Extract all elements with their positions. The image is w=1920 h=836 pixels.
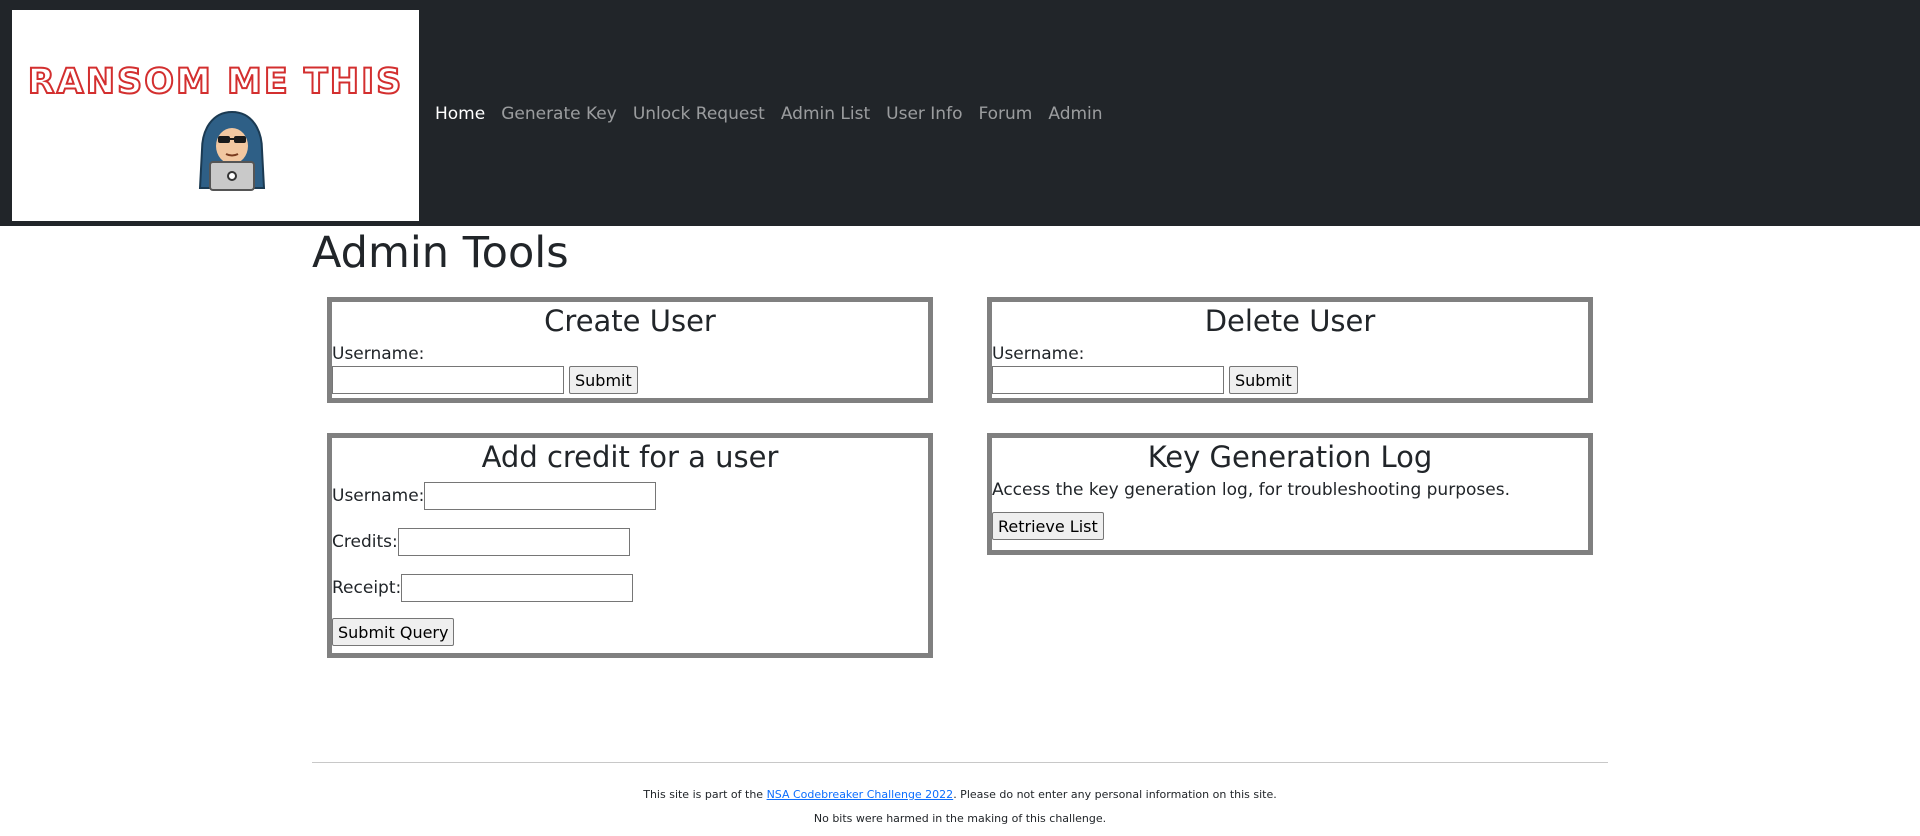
- nav-home[interactable]: Home: [427, 104, 493, 124]
- footer-line-2: No bits were harmed in the making of thi…: [813, 812, 1107, 825]
- nav-links: Home Generate Key Unlock Request Admin L…: [427, 104, 1111, 124]
- add-credit-credits-label: Credits:: [332, 532, 398, 552]
- nav-admin-list[interactable]: Admin List: [773, 104, 878, 124]
- logo-text: RANSOM ME THIS: [27, 61, 404, 103]
- delete-user-title: Delete User: [1204, 304, 1376, 338]
- nav-forum[interactable]: Forum: [970, 104, 1040, 124]
- add-credit-title: Add credit for a user: [481, 440, 779, 474]
- site-logo[interactable]: RANSOM ME THIS: [12, 9, 419, 221]
- key-log-title: Key Generation Log: [1147, 440, 1433, 474]
- footer-line-1: This site is part of the NSA Codebreaker…: [0, 788, 1920, 801]
- footer-prefix: This site is part of the: [643, 788, 767, 801]
- add-credit-submit-button[interactable]: Submit Query: [332, 618, 455, 646]
- nav-unlock-request[interactable]: Unlock Request: [625, 104, 773, 124]
- footer-suffix: . Please do not enter any personal infor…: [953, 788, 1277, 801]
- create-user-submit-button[interactable]: Submit: [569, 366, 638, 394]
- nav-user-info[interactable]: User Info: [878, 104, 970, 124]
- retrieve-list-button[interactable]: Retrieve List: [992, 512, 1104, 540]
- create-user-title: Create User: [544, 304, 716, 338]
- hacker-icon: [198, 110, 266, 191]
- delete-user-submit-button[interactable]: Submit: [1229, 366, 1298, 394]
- page-title: Admin Tools: [312, 228, 569, 278]
- delete-user-username-input[interactable]: [992, 366, 1224, 394]
- add-credit-receipt-label: Receipt:: [332, 578, 402, 598]
- footer-divider: [312, 762, 1608, 763]
- main-content: Admin Tools Create User Username: Submit…: [0, 226, 1920, 836]
- key-log-description: Access the key generation log, for troub…: [992, 480, 1510, 500]
- add-credit-username-input[interactable]: [424, 482, 657, 510]
- nav-admin[interactable]: Admin: [1040, 104, 1110, 124]
- create-user-username-input[interactable]: [332, 366, 564, 394]
- delete-user-card: Delete User Username: Submit: [987, 297, 1593, 403]
- delete-user-username-label: Username:: [992, 344, 1085, 364]
- navbar: RANSOM ME THIS Home Generate Key Unlock …: [0, 0, 1920, 226]
- key-log-card: Key Generation Log Access the key genera…: [987, 433, 1593, 555]
- add-credit-username-label: Username:: [332, 486, 425, 506]
- nav-generate-key[interactable]: Generate Key: [493, 104, 625, 124]
- add-credit-credits-input[interactable]: [397, 528, 630, 556]
- create-user-username-label: Username:: [332, 344, 425, 364]
- create-user-card: Create User Username: Submit: [327, 297, 933, 403]
- add-credit-card: Add credit for a user Username: Credits:…: [327, 433, 933, 658]
- codebreaker-link[interactable]: NSA Codebreaker Challenge 2022: [767, 788, 954, 801]
- add-credit-receipt-input[interactable]: [401, 574, 634, 602]
